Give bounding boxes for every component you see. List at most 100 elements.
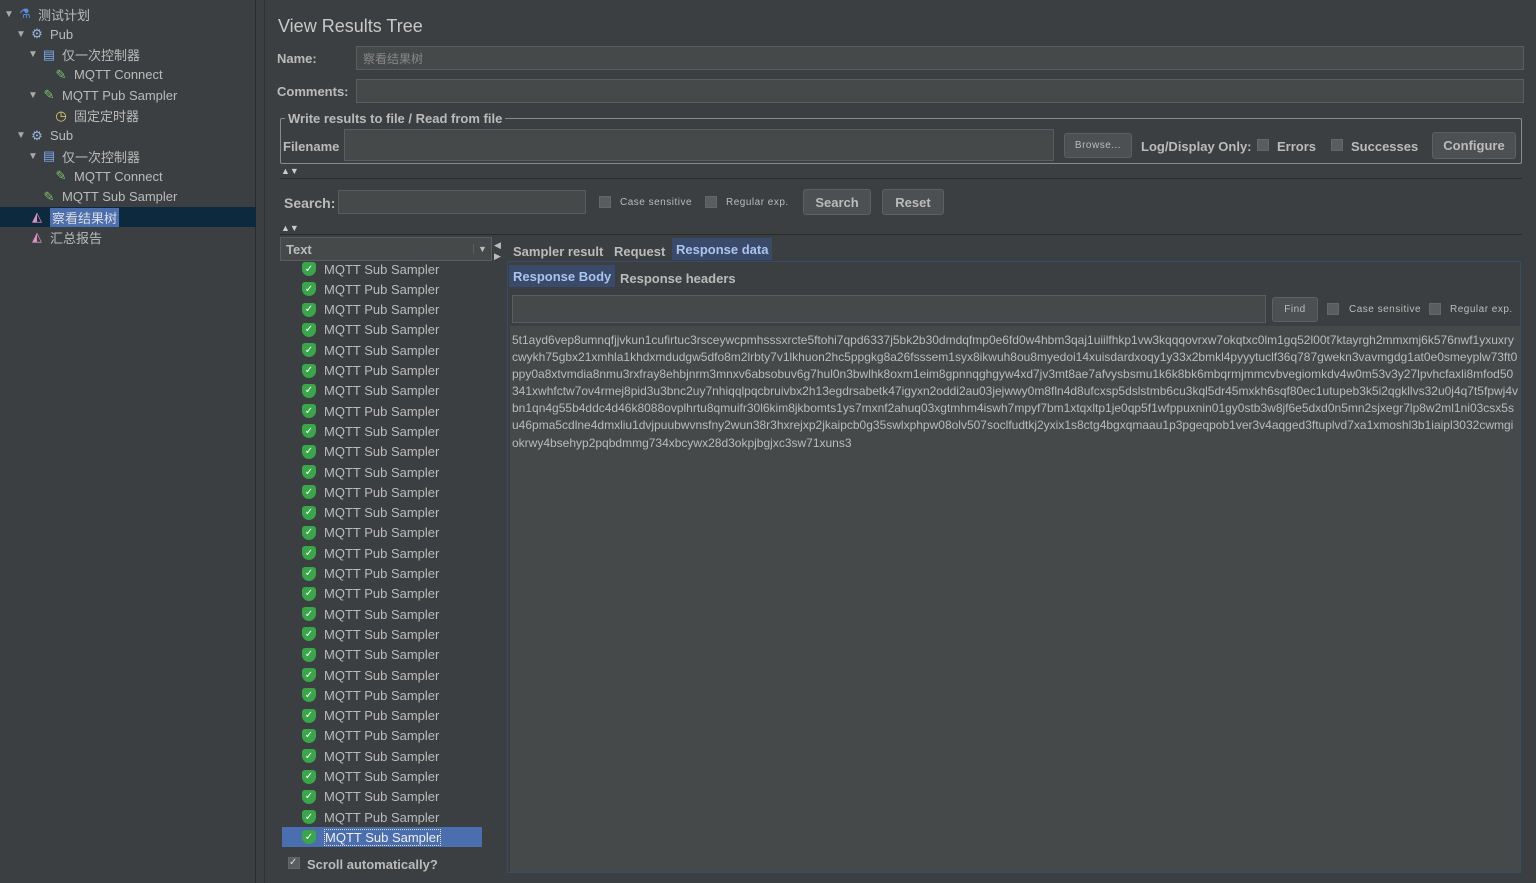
tree-node[interactable]: ◷ 固定定时器 xyxy=(40,106,139,126)
expand-arrow-icon[interactable]: ▼ xyxy=(28,49,40,60)
result-list-item[interactable]: ✓ MQTT Pub Sampler xyxy=(282,482,482,502)
result-label: MQTT Pub Sampler xyxy=(324,302,440,318)
result-list-item[interactable]: ✓ MQTT Pub Sampler xyxy=(282,279,482,299)
tree-node[interactable]: ◭ 察看结果树 xyxy=(0,207,256,227)
result-list-item[interactable]: ✓ MQTT Pub Sampler xyxy=(282,401,482,421)
result-label: MQTT Sub Sampler xyxy=(324,505,440,521)
result-list-item[interactable]: ✓ MQTT Pub Sampler xyxy=(282,685,482,705)
split-pane-divider[interactable] xyxy=(257,0,265,883)
success-shield-icon: ✓ xyxy=(302,607,316,622)
result-list-item[interactable]: ✓ MQTT Pub Sampler xyxy=(282,564,482,584)
find-input[interactable] xyxy=(512,295,1266,323)
errors-checkbox[interactable] xyxy=(1257,139,1269,151)
success-shield-icon: ✓ xyxy=(302,444,316,459)
success-shield-icon: ✓ xyxy=(302,262,316,276)
timer-icon: ◷ xyxy=(55,107,67,123)
result-list-item[interactable]: ✓ MQTT Pub Sampler xyxy=(282,807,482,827)
tree-node[interactable]: ▼ ⚗ 测试计划 xyxy=(4,4,90,24)
tree-node[interactable]: ◭ 汇总报告 xyxy=(16,227,102,247)
log-display-only-label: Log/Display Only: xyxy=(1141,139,1252,154)
split-arrows-icon[interactable]: ◀ ▶ xyxy=(494,240,501,262)
tab-response-headers[interactable]: Response headers xyxy=(616,267,740,289)
result-list-item[interactable]: ✓ MQTT Pub Sampler xyxy=(282,543,482,563)
sampler-pipette-icon: ✎ xyxy=(43,188,55,204)
result-list-item[interactable]: ✓ MQTT Sub Sampler xyxy=(282,665,482,685)
tree-node[interactable]: ✎ MQTT Sub Sampler xyxy=(28,187,178,207)
tab-response-body[interactable]: Response Body xyxy=(509,265,616,287)
expand-arrow-icon[interactable]: ▼ xyxy=(16,29,28,40)
result-list-item[interactable]: ✓ MQTT Pub Sampler xyxy=(282,361,482,381)
result-list-item[interactable]: ✓ MQTT Sub Sampler xyxy=(282,787,482,807)
result-list-item[interactable]: ✓ MQTT Sub Sampler xyxy=(282,746,482,766)
test-plan-tree[interactable]: ▼ ⚗ 测试计划 ▼ ⚙ Pub ▼ ▤ 仅一次控制器 ✎ MQTT Connect ▼ ✎ MQTT P… xyxy=(0,0,256,883)
expand-arrow-icon[interactable]: ▼ xyxy=(28,90,40,101)
success-shield-icon: ✓ xyxy=(302,363,316,378)
success-shield-icon: ✓ xyxy=(302,302,316,317)
result-list-item[interactable]: ✓ MQTT Sub Sampler xyxy=(282,340,482,360)
collapse-expand-arrows-icon[interactable]: ▲▼ xyxy=(281,223,299,233)
result-label: MQTT Pub Sampler xyxy=(324,403,440,419)
collapse-expand-arrows-icon[interactable]: ▲▼ xyxy=(281,166,299,176)
thread-group-gear-icon: ⚙ xyxy=(31,26,43,42)
expand-arrow-icon[interactable]: ▼ xyxy=(4,9,16,20)
name-field[interactable]: 察看结果树 xyxy=(356,46,1524,70)
result-list-item[interactable]: ✓ MQTT Pub Sampler xyxy=(282,300,482,320)
tab-response-data[interactable]: Response data xyxy=(672,238,773,260)
result-list-item[interactable]: ✓ MQTT Sub Sampler xyxy=(282,624,482,644)
result-list-item[interactable]: ✓ MQTT Pub Sampler xyxy=(282,584,482,604)
case-sensitive-checkbox[interactable] xyxy=(599,196,611,208)
result-list-item[interactable]: ✓ MQTT Sub Sampler xyxy=(282,262,482,279)
results-list[interactable]: ✓ MQTT Sub Sampler ✓ MQTT Pub Sampler ✓ MQTT … xyxy=(282,262,492,850)
tree-node[interactable]: ▼ ⚙ Sub xyxy=(16,126,73,146)
result-label: MQTT Sub Sampler xyxy=(324,748,440,764)
result-list-item[interactable]: ✓ MQTT Sub Sampler xyxy=(282,381,482,401)
regex-checkbox[interactable] xyxy=(705,196,717,208)
result-list-item[interactable]: ✓ MQTT Sub Sampler xyxy=(282,503,482,523)
success-shield-icon: ✓ xyxy=(302,566,316,581)
reset-button[interactable]: Reset xyxy=(882,189,944,215)
result-label: MQTT Sub Sampler xyxy=(324,342,440,358)
tree-node[interactable]: ▼ ▤ 仅一次控制器 xyxy=(28,45,140,65)
comments-field[interactable] xyxy=(356,79,1524,103)
result-list-item[interactable]: ✓ MQTT Pub Sampler xyxy=(282,726,482,746)
result-list-item[interactable]: ✓ MQTT Pub Sampler xyxy=(282,523,482,543)
find-button[interactable]: Find xyxy=(1272,297,1318,322)
chevron-down-icon: ▼ xyxy=(473,244,491,254)
expand-arrow-icon[interactable]: ▼ xyxy=(28,151,40,162)
successes-checkbox[interactable] xyxy=(1331,139,1343,151)
result-list-item[interactable]: ✓ MQTT Sub Sampler xyxy=(282,421,482,441)
success-shield-icon: ✓ xyxy=(302,343,316,358)
name-label: Name: xyxy=(277,51,317,66)
tree-node[interactable]: ✎ MQTT Connect xyxy=(40,65,163,85)
result-label: MQTT Pub Sampler xyxy=(324,363,440,378)
search-button[interactable]: Search xyxy=(803,189,871,215)
tree-node[interactable]: ▼ ⚙ Pub xyxy=(16,24,73,44)
result-list-item[interactable]: ✓ MQTT Pub Sampler xyxy=(282,706,482,726)
tree-node-label: 仅一次控制器 xyxy=(62,149,141,165)
response-body-text[interactable]: 5t1ayd6vep8umnqfjjvkun1cufirtuc3rsceywcp… xyxy=(510,326,1520,872)
result-list-item[interactable]: ✓ MQTT Sub Sampler xyxy=(282,442,482,462)
expand-arrow-icon[interactable]: ▼ xyxy=(16,130,28,141)
filename-field[interactable] xyxy=(344,129,1054,161)
configure-button[interactable]: Configure xyxy=(1432,132,1516,159)
result-list-item[interactable]: ✓ MQTT Sub Sampler xyxy=(282,604,482,624)
tab-request[interactable]: Request xyxy=(610,240,669,262)
tree-node[interactable]: ▼ ✎ MQTT Pub Sampler xyxy=(28,85,177,105)
success-shield-icon: ✓ xyxy=(302,830,316,845)
success-shield-icon: ✓ xyxy=(302,647,316,662)
renderer-select[interactable]: Text ▼ xyxy=(280,237,492,261)
tree-node[interactable]: ▼ ▤ 仅一次控制器 xyxy=(28,146,140,166)
find-regex-checkbox[interactable] xyxy=(1429,303,1441,315)
search-input[interactable] xyxy=(338,190,586,214)
result-list-item[interactable]: ✓ MQTT Sub Sampler xyxy=(282,645,482,665)
browse-button[interactable]: Browse... xyxy=(1064,133,1132,158)
find-case-checkbox[interactable] xyxy=(1327,303,1339,315)
result-list-item[interactable]: ✓ MQTT Sub Sampler xyxy=(282,767,482,787)
tab-sampler-result[interactable]: Sampler result xyxy=(509,240,607,262)
tree-node[interactable]: ✎ MQTT Connect xyxy=(40,166,163,186)
result-list-item[interactable]: ✓ MQTT Sub Sampler xyxy=(282,320,482,340)
scroll-auto-checkbox[interactable]: ✓ xyxy=(288,857,300,869)
result-list-item[interactable]: ✓ MQTT Sub Sampler xyxy=(282,462,482,482)
result-label: MQTT Sub Sampler xyxy=(324,464,440,480)
result-list-item[interactable]: ✓ MQTT Sub Sampler xyxy=(282,827,482,848)
